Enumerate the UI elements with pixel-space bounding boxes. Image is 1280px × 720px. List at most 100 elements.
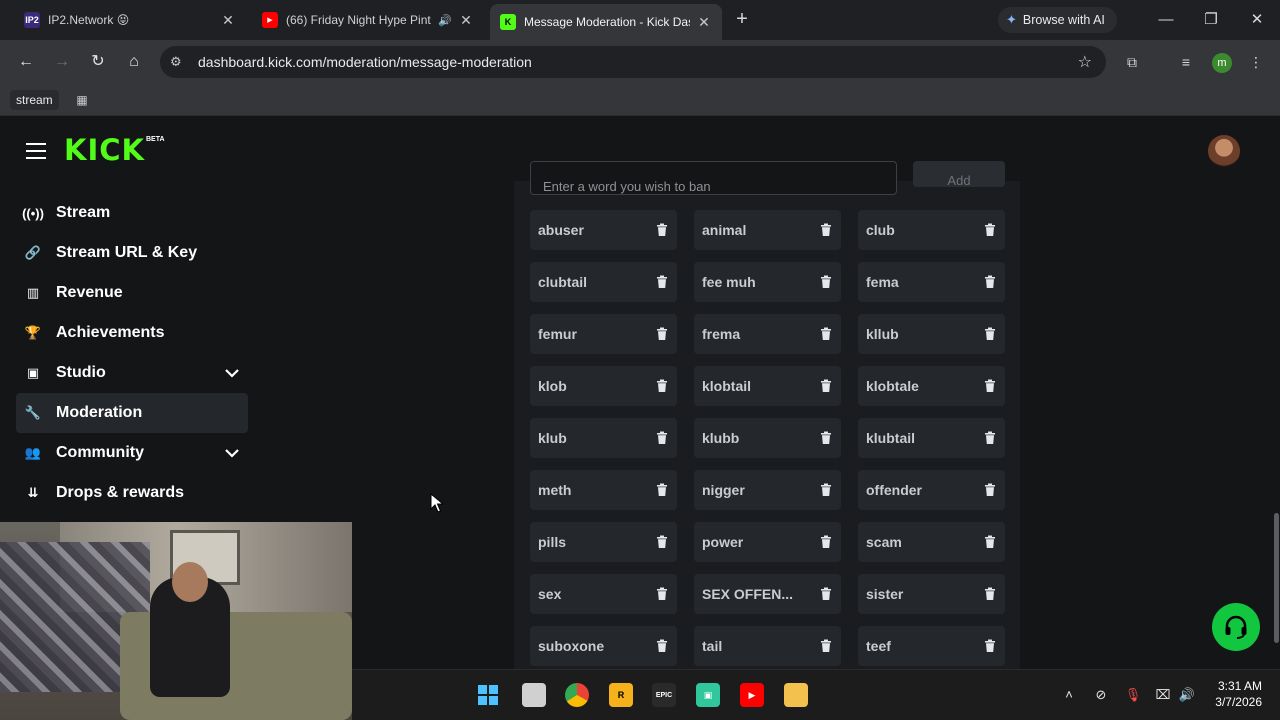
windows-start-icon[interactable] [476, 683, 500, 707]
trash-icon[interactable] [819, 483, 833, 497]
bookmark-stream[interactable]: stream [10, 90, 59, 110]
trash-icon[interactable] [983, 275, 997, 289]
close-icon[interactable]: ✕ [458, 12, 474, 28]
banned-word-text: animal [702, 222, 747, 238]
ban-word-input[interactable]: Enter a word you wish to ban [530, 161, 897, 195]
sidebar-item-studio[interactable]: ▣ Studio [16, 353, 248, 393]
trash-icon[interactable] [655, 535, 669, 549]
browser-tab-kick[interactable]: K Message Moderation - Kick Dashboard ✕ [490, 4, 722, 40]
epic-games-icon[interactable]: EPIC [652, 683, 676, 707]
rockstar-icon[interactable]: R [609, 683, 633, 707]
trash-icon[interactable] [983, 535, 997, 549]
trash-icon[interactable] [983, 223, 997, 237]
browser-tab-youtube[interactable]: ▶ (66) Friday Night Hype Pint 🔊 ✕ [252, 4, 484, 36]
forward-arrow-icon[interactable]: → [52, 52, 72, 72]
trash-icon[interactable] [655, 223, 669, 237]
browse-with-ai-button[interactable]: ✦ Browse with AI [998, 7, 1117, 33]
trash-icon[interactable] [983, 327, 997, 341]
sidebar-item-label: Studio [56, 364, 106, 381]
trash-icon[interactable] [983, 587, 997, 601]
support-chat-button[interactable] [1212, 603, 1260, 651]
chrome-icon[interactable] [565, 683, 589, 707]
gamepad-app-icon[interactable]: ▣ [696, 683, 720, 707]
trash-icon[interactable] [655, 327, 669, 341]
banned-word-text: clubtail [538, 274, 588, 290]
trash-icon[interactable] [655, 431, 669, 445]
trash-icon[interactable] [983, 431, 997, 445]
trash-icon[interactable] [819, 379, 833, 393]
file-explorer-icon[interactable] [784, 683, 808, 707]
chevron-down-icon[interactable] [224, 365, 240, 381]
trash-icon[interactable] [655, 587, 669, 601]
chevron-down-icon[interactable] [224, 445, 240, 461]
chevron-up-icon[interactable]: ˄ [1060, 686, 1078, 704]
beta-badge: BETA [146, 136, 165, 143]
profile-avatar[interactable]: m [1212, 53, 1232, 73]
trash-icon[interactable] [819, 327, 833, 341]
network-icon[interactable]: ⌧ [1154, 686, 1172, 704]
trash-icon[interactable] [819, 275, 833, 289]
trash-icon[interactable] [655, 483, 669, 497]
trash-icon[interactable] [819, 639, 833, 653]
sidebar-item-moderation[interactable]: 🔧 Moderation [16, 393, 248, 433]
sidebar-item-label: Moderation [56, 404, 143, 421]
speaker-icon[interactable]: 🔊 [438, 14, 452, 27]
media-controls-icon[interactable]: ≡ [1176, 52, 1196, 72]
sidebar-item-revenue[interactable]: ▥ Revenue [16, 273, 248, 313]
url-text[interactable]: dashboard.kick.com/moderation/message-mo… [198, 54, 1078, 70]
banned-word-chip: scam [858, 522, 1005, 562]
banned-word-text: meth [538, 482, 572, 498]
trash-icon[interactable] [655, 379, 669, 393]
microphone-icon[interactable]: 🎙 [1124, 686, 1142, 704]
minimize-button[interactable]: — [1156, 10, 1176, 30]
trash-icon[interactable] [983, 483, 997, 497]
reload-icon[interactable]: ↻ [88, 52, 108, 72]
banned-word-chip: sex [530, 574, 677, 614]
trash-icon[interactable] [819, 431, 833, 445]
hamburger-menu-icon[interactable] [26, 143, 46, 159]
close-icon[interactable]: ✕ [220, 12, 236, 28]
trash-icon[interactable] [819, 587, 833, 601]
youtube-app-icon[interactable]: ▶ [740, 683, 764, 707]
clock-time: 3:31 AM [1217, 679, 1262, 693]
trophy-icon: 🏆 [24, 325, 42, 340]
trash-icon[interactable] [983, 379, 997, 393]
home-icon[interactable]: ⌂ [124, 52, 144, 72]
sidebar-item-label: Drops & rewards [56, 484, 185, 501]
user-avatar[interactable] [1208, 135, 1240, 167]
bookmark-star-icon[interactable]: ☆ [1078, 52, 1092, 72]
banned-word-chip: animal [694, 210, 841, 250]
window-close-button[interactable]: ✕ [1247, 10, 1267, 30]
trash-icon[interactable] [655, 639, 669, 653]
trash-icon[interactable] [819, 223, 833, 237]
trash-icon[interactable] [819, 535, 833, 549]
address-bar[interactable]: ⚙ dashboard.kick.com/moderation/message-… [160, 46, 1106, 78]
back-arrow-icon[interactable]: ← [16, 52, 36, 72]
trash-icon[interactable] [983, 639, 997, 653]
banned-word-text: sex [538, 586, 562, 602]
taskbar-clock[interactable]: 3:31 AM 3/7/2026 [1212, 678, 1262, 710]
new-tab-button[interactable]: + [732, 9, 752, 30]
site-info-icon[interactable]: ⚙ [170, 54, 188, 70]
people-icon: 👥 [24, 445, 42, 460]
scrollbar[interactable] [1274, 513, 1279, 643]
close-icon[interactable]: ✕ [696, 14, 712, 30]
lens-icon[interactable]: ⧉ [1122, 52, 1142, 72]
sidebar-item-drops-rewards[interactable]: ⇊ Drops & rewards [16, 473, 248, 513]
sidebar-item-community[interactable]: 👥 Community [16, 433, 248, 473]
sidebar-item-achievements[interactable]: 🏆 Achievements [16, 313, 248, 353]
banned-word-chip: sister [858, 574, 1005, 614]
sidebar-item-stream-url-key[interactable]: 🔗 Stream URL & Key [16, 233, 248, 273]
cloud-off-icon[interactable]: ⊘ [1092, 686, 1110, 704]
menu-icon[interactable]: ⋮ [1246, 52, 1266, 72]
restore-button[interactable]: ❐ [1201, 10, 1221, 30]
volume-icon[interactable]: 🔊 [1178, 686, 1196, 704]
browser-tab-ip2[interactable]: IP2 IP2.Network 😝 ✕ [14, 4, 246, 36]
sidebar-item-stream[interactable]: ((•)) Stream [16, 193, 248, 233]
task-view-icon[interactable] [522, 683, 546, 707]
add-word-button[interactable]: Add [913, 161, 1005, 187]
banned-word-chip: klobtale [858, 366, 1005, 406]
trash-icon[interactable] [655, 275, 669, 289]
apps-grid-icon[interactable]: ▦ [74, 92, 90, 108]
kick-logo[interactable]: KICK [64, 134, 145, 166]
